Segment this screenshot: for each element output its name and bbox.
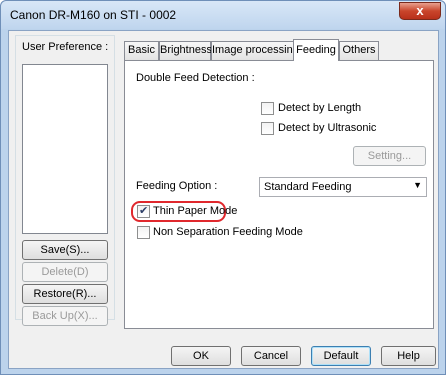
help-button[interactable]: Help xyxy=(381,346,436,366)
dialog-window: Canon DR-M160 on STI - 0002 x User Prefe… xyxy=(0,0,446,375)
delete-button[interactable]: Delete(D) xyxy=(22,262,108,282)
setting-button[interactable]: Setting... xyxy=(353,146,426,166)
feeding-tab-panel: Double Feed Detection : Detect by Length… xyxy=(124,60,434,329)
tab-control: Basic Brightness Image processing Feedin… xyxy=(124,39,434,329)
double-feed-detection-label: Double Feed Detection : xyxy=(136,72,255,84)
delete-button-label: Delete(D) xyxy=(41,266,89,278)
thin-paper-mode-label[interactable]: Thin Paper Mode xyxy=(153,205,237,217)
save-button-label: Save(S)... xyxy=(40,244,90,256)
user-preference-list[interactable] xyxy=(22,64,108,234)
thin-paper-mode-checkbox[interactable] xyxy=(137,204,150,218)
close-button[interactable]: x xyxy=(399,2,441,20)
backup-button[interactable]: Back Up(X)... xyxy=(22,306,108,326)
title-bar[interactable]: Canon DR-M160 on STI - 0002 x xyxy=(1,1,445,29)
tab-feeding-label: Feeding xyxy=(296,44,336,56)
restore-button-label: Restore(R)... xyxy=(33,288,97,300)
backup-button-label: Back Up(X)... xyxy=(32,310,98,322)
tab-brightness-label: Brightness xyxy=(160,44,212,56)
detect-by-ultrasonic-label[interactable]: Detect by Ultrasonic xyxy=(278,122,376,134)
detect-by-length-label[interactable]: Detect by Length xyxy=(278,102,361,114)
default-button-label: Default xyxy=(323,350,359,362)
tab-image-processing-label: Image processing xyxy=(212,44,299,56)
user-preference-label: User Preference : xyxy=(22,41,109,53)
tab-image-processing[interactable]: Image processing xyxy=(211,41,299,60)
save-button[interactable]: Save(S)... xyxy=(22,240,108,260)
restore-button[interactable]: Restore(R)... xyxy=(22,284,108,304)
tab-basic[interactable]: Basic xyxy=(124,41,159,60)
non-separation-feeding-label[interactable]: Non Separation Feeding Mode xyxy=(153,226,303,238)
feeding-option-value: Standard Feeding xyxy=(264,181,352,193)
window-title: Canon DR-M160 on STI - 0002 xyxy=(10,8,177,22)
feeding-option-select[interactable]: Standard Feeding ▼ xyxy=(259,177,427,197)
help-button-label: Help xyxy=(397,350,420,362)
detect-by-ultrasonic-checkbox[interactable] xyxy=(261,122,274,135)
ok-button[interactable]: OK xyxy=(171,346,231,366)
tab-brightness[interactable]: Brightness xyxy=(159,41,212,60)
ok-button-label: OK xyxy=(193,350,209,362)
tab-others-label: Others xyxy=(342,44,376,56)
tab-basic-label: Basic xyxy=(128,44,155,56)
setting-button-label: Setting... xyxy=(367,150,412,162)
tab-feeding[interactable]: Feeding xyxy=(293,39,339,61)
default-button[interactable]: Default xyxy=(311,346,371,366)
user-preference-group: User Preference : Save(S)... Delete(D) R… xyxy=(15,35,115,326)
cancel-button[interactable]: Cancel xyxy=(241,346,301,366)
dialog-client-area: User Preference : Save(S)... Delete(D) R… xyxy=(8,30,439,369)
cancel-button-label: Cancel xyxy=(253,350,289,362)
non-separation-feeding-checkbox[interactable] xyxy=(137,226,150,239)
close-icon: x xyxy=(416,3,424,18)
feeding-option-label: Feeding Option : xyxy=(136,180,218,192)
tab-others[interactable]: Others xyxy=(339,41,379,60)
detect-by-length-checkbox[interactable] xyxy=(261,102,274,115)
chevron-down-icon: ▼ xyxy=(413,180,422,190)
